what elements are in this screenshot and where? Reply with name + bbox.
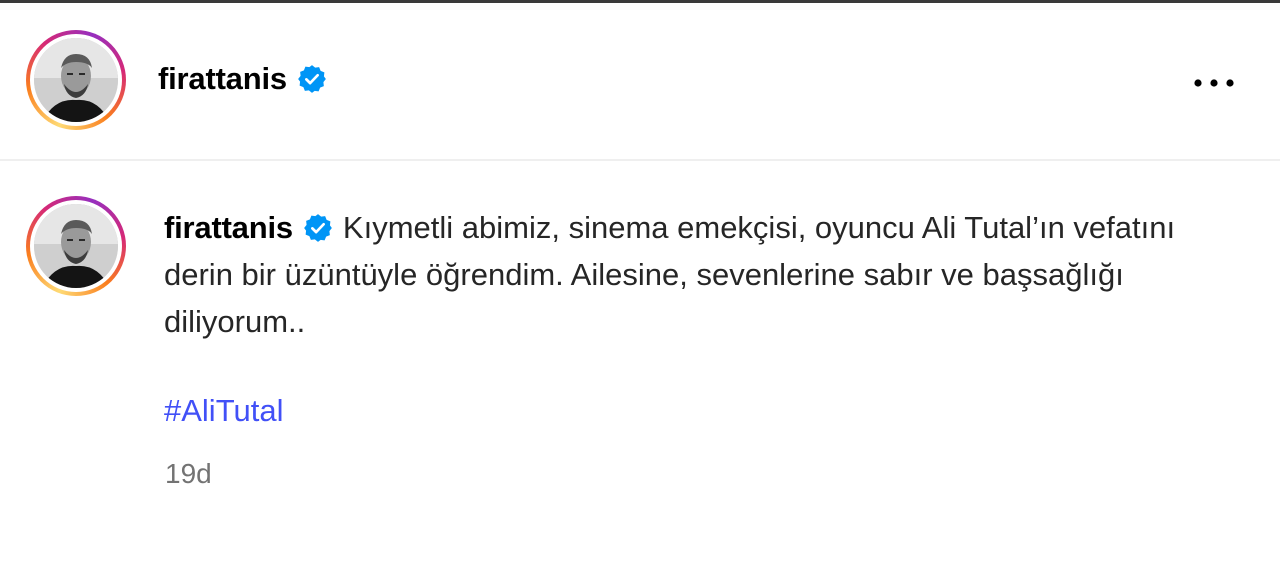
comment-username[interactable]: firattanis <box>164 210 293 245</box>
comment-timestamp[interactable]: 19d <box>165 458 212 490</box>
comment-author-avatar[interactable] <box>26 196 126 296</box>
author-avatar[interactable] <box>26 30 126 130</box>
verified-badge-icon <box>298 65 326 93</box>
comment-author-avatar-photo <box>34 204 118 288</box>
more-options-button[interactable] <box>1188 63 1240 103</box>
author-avatar-photo <box>34 38 118 122</box>
hashtag-link[interactable]: #AliTutal <box>164 393 283 429</box>
comment-verified-badge-icon <box>304 214 332 242</box>
more-horizontal-icon <box>1194 79 1234 87</box>
header-username[interactable]: firattanis <box>158 61 327 97</box>
header-username-text[interactable]: firattanis <box>158 61 287 96</box>
caption-comment: firattanis Kıymetli abimiz, sinema emekç… <box>0 161 1280 565</box>
comment-body: firattanis Kıymetli abimiz, sinema emekç… <box>164 204 1224 345</box>
post-header: firattanis <box>0 3 1280 161</box>
